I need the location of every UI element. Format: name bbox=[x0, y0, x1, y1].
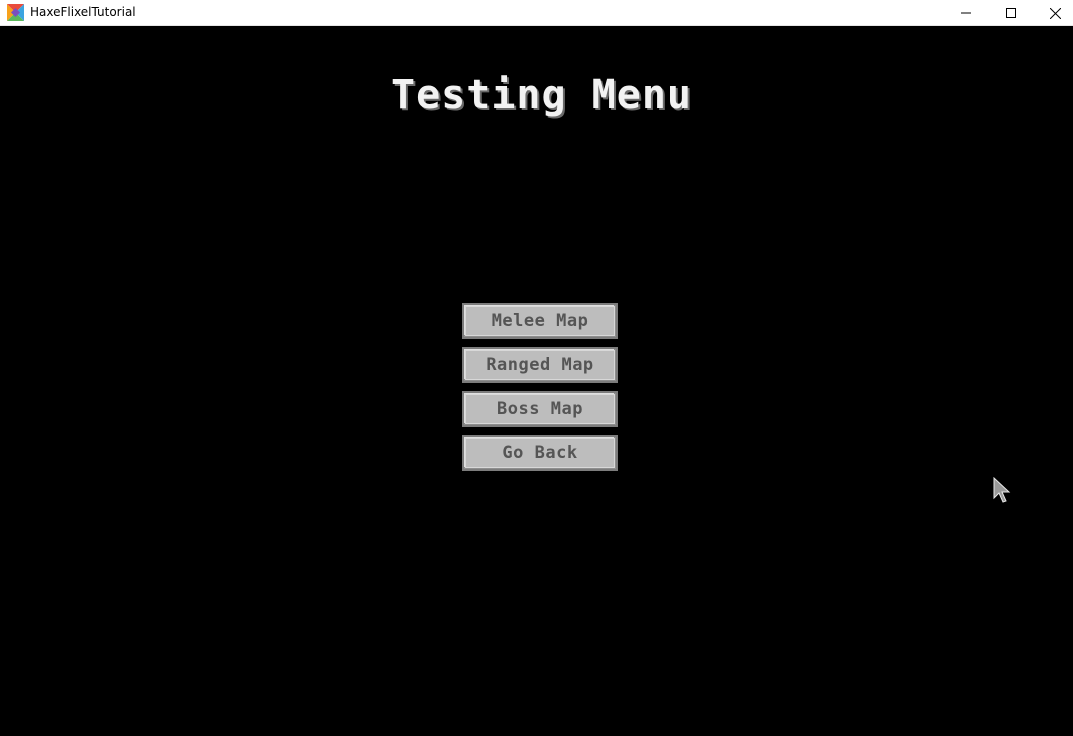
close-button[interactable] bbox=[1033, 0, 1073, 26]
menu-title: Testing Menu bbox=[391, 72, 692, 118]
maximize-icon bbox=[1005, 8, 1016, 18]
go-back-button-label: Go Back bbox=[502, 443, 578, 463]
minimize-icon bbox=[960, 12, 971, 14]
mouse-cursor-icon bbox=[993, 477, 1011, 503]
window-title: HaxeFlixelTutorial bbox=[30, 5, 136, 19]
boss-map-button[interactable]: Boss Map bbox=[462, 391, 618, 427]
melee-map-button[interactable]: Melee Map bbox=[462, 303, 618, 339]
ranged-map-button-label: Ranged Map bbox=[486, 355, 594, 375]
close-icon bbox=[1050, 7, 1061, 19]
ranged-map-button[interactable]: Ranged Map bbox=[462, 347, 618, 383]
haxeflixel-logo-icon bbox=[7, 4, 24, 21]
go-back-button[interactable]: Go Back bbox=[462, 435, 618, 471]
boss-map-button-label: Boss Map bbox=[497, 399, 583, 419]
minimize-button[interactable] bbox=[943, 0, 988, 26]
title-bar[interactable]: HaxeFlixelTutorial bbox=[0, 0, 1073, 26]
maximize-button[interactable] bbox=[988, 0, 1033, 26]
app-window: HaxeFlixelTutorial Testing Menu Melee Ma… bbox=[0, 0, 1073, 736]
game-canvas: Testing Menu Melee Map Ranged Map Boss M… bbox=[0, 27, 1073, 736]
melee-map-button-label: Melee Map bbox=[491, 311, 589, 331]
